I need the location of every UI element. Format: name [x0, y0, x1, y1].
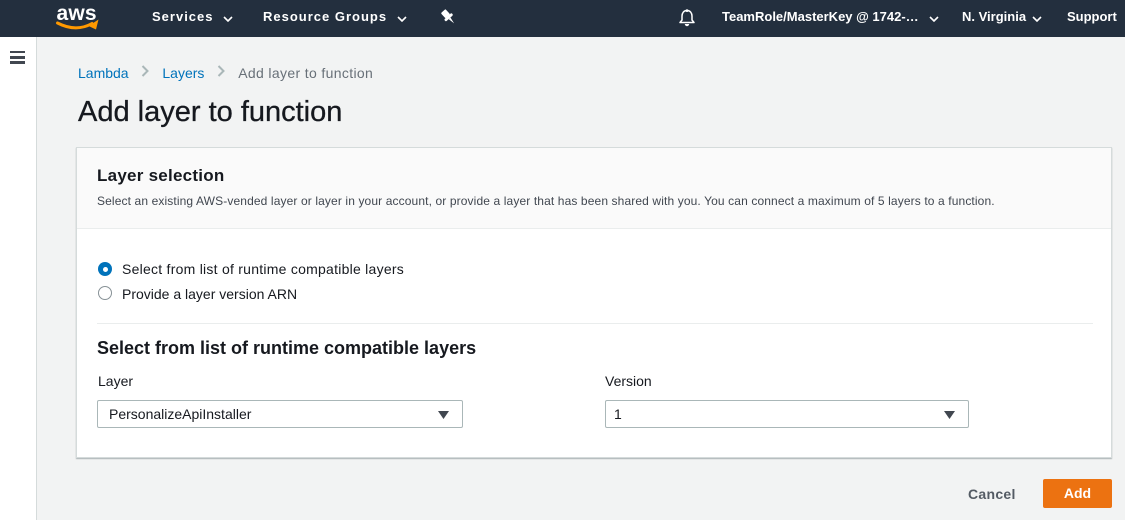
svg-text:aws: aws — [57, 3, 97, 25]
